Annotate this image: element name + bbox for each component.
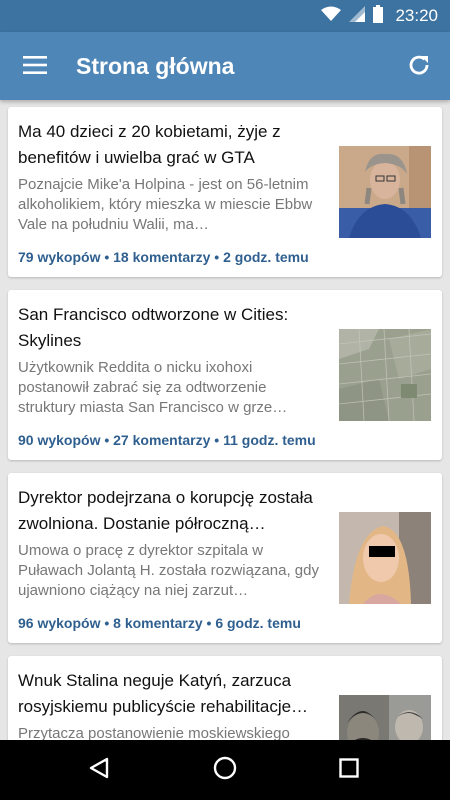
- article-card[interactable]: San Francisco odtworzone w Cities: Skyli…: [8, 290, 442, 460]
- hamburger-menu-icon: [23, 55, 47, 79]
- article-meta: 90 wykopów • 27 komentarzy • 11 godz. te…: [18, 432, 316, 448]
- status-time: 23:20: [395, 6, 438, 25]
- article-meta: 96 wykopów • 8 komentarzy • 6 godz. temu: [18, 615, 301, 631]
- article-card[interactable]: Dyrektor podejrzana o korupcję została z…: [8, 473, 442, 643]
- recents-icon: [339, 757, 359, 783]
- cell-signal-icon: [349, 5, 366, 27]
- article-thumbnail[interactable]: [339, 329, 431, 421]
- refresh-button[interactable]: [398, 46, 440, 88]
- article-thumbnail[interactable]: [339, 512, 431, 604]
- article-description: Umowa o pracę z dyrektor szpitala w Puła…: [18, 542, 319, 599]
- back-icon: [88, 757, 110, 784]
- article-title[interactable]: San Francisco odtworzone w Cities: Skyli…: [18, 302, 323, 354]
- recents-button[interactable]: [327, 748, 371, 792]
- article-title[interactable]: Wnuk Stalina neguje Katyń, zarzuca rosyj…: [18, 668, 323, 720]
- article-description: Użytkownik Reddita o nicku ixohoxi posta…: [18, 359, 288, 416]
- article-description: Przytacza postanowienie moskiewskiego: [18, 725, 290, 740]
- navigation-bar: [0, 740, 450, 800]
- menu-button[interactable]: [14, 46, 56, 88]
- home-button[interactable]: [203, 748, 247, 792]
- article-thumbnail[interactable]: [339, 695, 431, 740]
- article-card[interactable]: Ma 40 dzieci z 20 kobietami, żyje z bene…: [8, 107, 442, 277]
- status-icons: 23:20: [321, 0, 438, 32]
- status-bar: 23:20: [0, 0, 450, 32]
- home-icon: [213, 756, 237, 785]
- article-meta: 79 wykopów • 18 komentarzy • 2 godz. tem…: [18, 249, 309, 265]
- article-thumbnail[interactable]: [339, 146, 431, 238]
- article-title[interactable]: Dyrektor podejrzana o korupcję została z…: [18, 485, 323, 537]
- back-button[interactable]: [77, 748, 121, 792]
- article-feed[interactable]: Ma 40 dzieci z 20 kobietami, żyje z bene…: [0, 100, 450, 740]
- article-description: Poznajcie Mike'a Holpina - jest on 56-le…: [18, 176, 313, 233]
- article-title[interactable]: Ma 40 dzieci z 20 kobietami, żyje z bene…: [18, 119, 323, 171]
- battery-icon: [373, 4, 384, 28]
- page-title: Strona główna: [76, 53, 235, 79]
- wifi-icon: [321, 6, 342, 27]
- refresh-icon: [407, 53, 431, 82]
- app-bar: Strona główna: [0, 32, 450, 100]
- article-card[interactable]: Wnuk Stalina neguje Katyń, zarzuca rosyj…: [8, 656, 442, 740]
